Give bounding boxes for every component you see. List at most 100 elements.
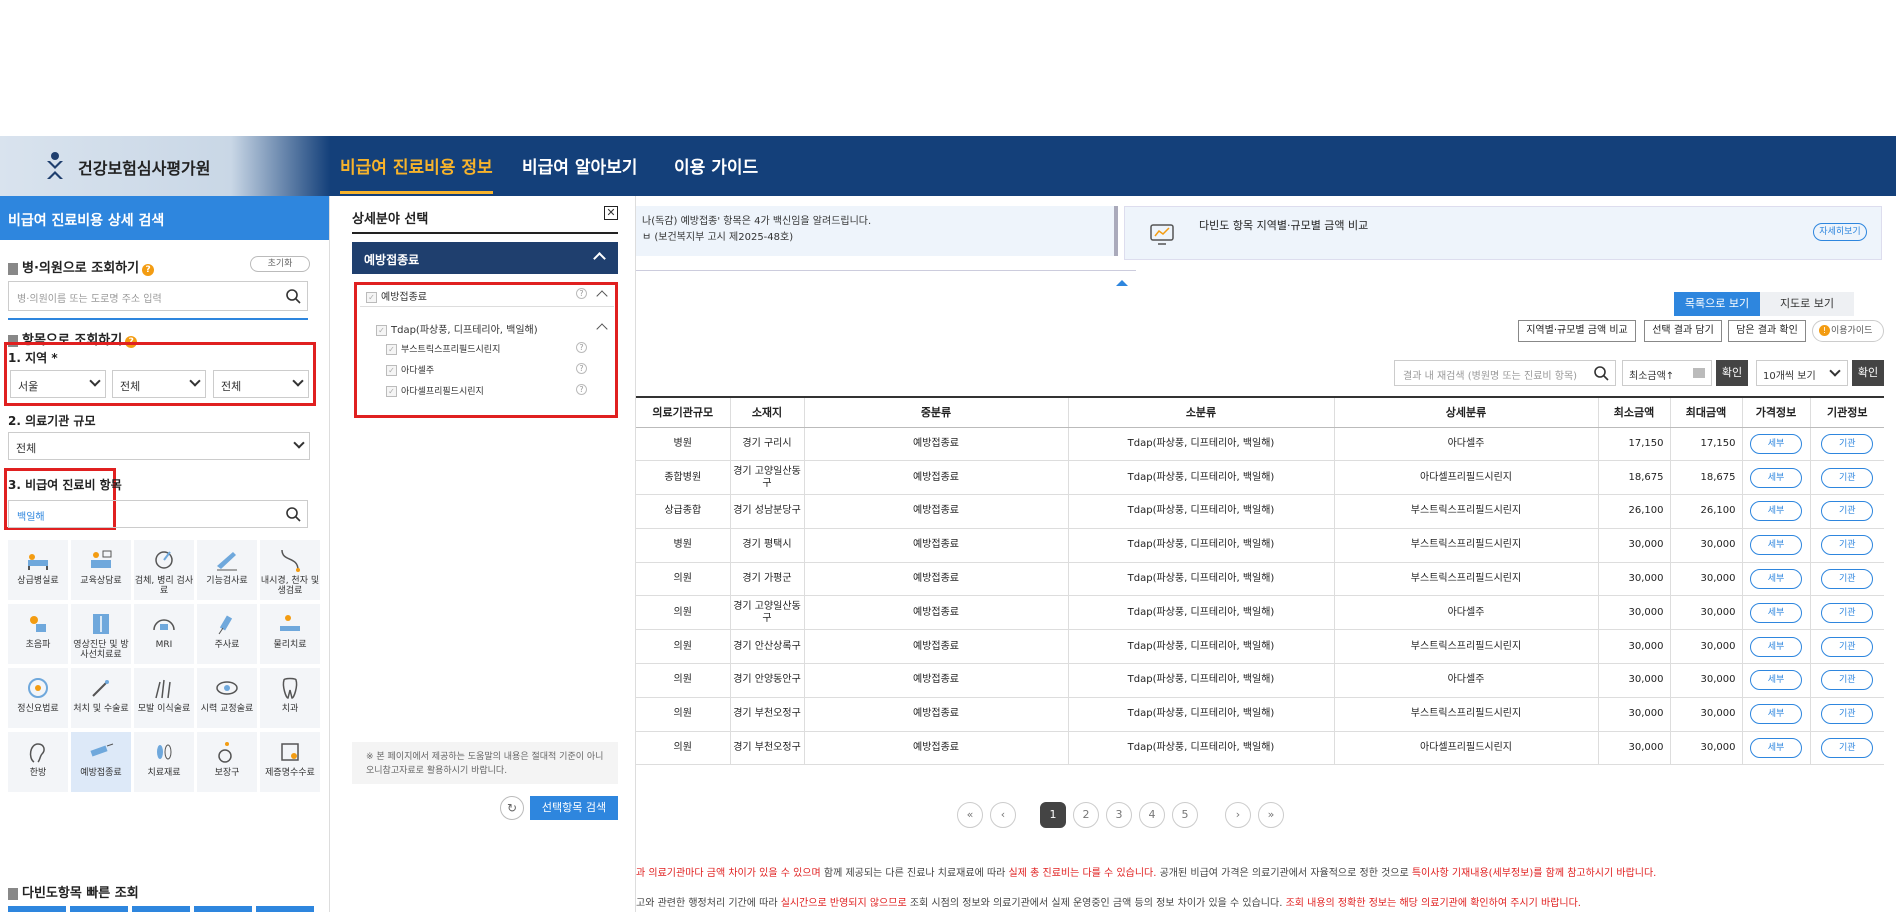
category-syringe[interactable]: 주사료	[197, 604, 257, 664]
sort-ok-button[interactable]: 확인	[1716, 360, 1748, 386]
institution-info-button[interactable]: 기관	[1821, 670, 1874, 691]
region-district-select[interactable]: 전체	[112, 370, 206, 398]
page-number-button[interactable]: 1	[1040, 802, 1066, 828]
region-dong-select[interactable]: 전체	[213, 370, 309, 398]
price-detail-button[interactable]: 세부	[1750, 467, 1802, 488]
quick-tab[interactable]	[194, 906, 252, 912]
prev-page-icon[interactable]: ‹	[990, 802, 1016, 828]
institution-info-button[interactable]: 기관	[1821, 738, 1874, 759]
institution-info-button[interactable]: 기관	[1821, 636, 1874, 657]
checkbox[interactable]: ✓	[386, 365, 397, 376]
compare-button[interactable]: 지역별·규모별 금액 비교	[1518, 320, 1636, 342]
view-saved-button[interactable]: 담은 결과 확인	[1728, 320, 1806, 342]
search-icon[interactable]	[285, 288, 301, 304]
checkbox[interactable]: ✓	[366, 291, 377, 303]
institution-info-button[interactable]: 기관	[1821, 501, 1874, 522]
hospital-search-input[interactable]: 병·의원이름 또는 도로명 주소 입력	[8, 281, 308, 311]
help-icon[interactable]: ?	[576, 363, 587, 374]
item-search-input[interactable]: 백일해	[8, 500, 308, 528]
price-detail-button[interactable]: 세부	[1750, 738, 1802, 759]
price-detail-button[interactable]: 세부	[1750, 501, 1802, 522]
price-detail-button[interactable]: 세부	[1750, 602, 1802, 623]
category-physio[interactable]: 물리치료	[260, 604, 320, 664]
next-page-icon[interactable]: ›	[1225, 802, 1251, 828]
first-page-icon[interactable]: «	[957, 802, 983, 828]
category-vaccine[interactable]: 예방접종료	[71, 732, 131, 792]
category-microscope[interactable]: 검체, 병리 검사료	[134, 540, 194, 600]
tree-root[interactable]: ✓ 예방접종료	[366, 288, 427, 303]
category-tooth[interactable]: 치과	[260, 668, 320, 728]
tree-leaf[interactable]: ✓ 아다셀주	[386, 363, 434, 376]
category-pen-chart[interactable]: 기능검사료	[197, 540, 257, 600]
list-view-tab[interactable]: 목록으로 보기	[1674, 292, 1760, 316]
quick-tab[interactable]	[256, 906, 314, 912]
tree-leaf[interactable]: ✓ 아다셀프리필드시린지	[386, 384, 484, 397]
institution-info-button[interactable]: 기관	[1821, 433, 1874, 454]
category-accordion[interactable]: 예방접종료	[352, 242, 618, 274]
page-size-ok-button[interactable]: 확인	[1852, 360, 1884, 386]
checkbox[interactable]: ✓	[386, 386, 397, 397]
quick-tab[interactable]	[70, 906, 128, 912]
help-icon[interactable]: ?	[576, 288, 587, 299]
category-eye[interactable]: 시력 교정술료	[197, 668, 257, 728]
institution-info-button[interactable]: 기관	[1821, 704, 1874, 725]
category-certificate[interactable]: 제증명수수료	[260, 732, 320, 792]
page-number-button[interactable]: 5	[1172, 802, 1198, 828]
category-ultrasound[interactable]: 초음파	[8, 604, 68, 664]
tree-leaf[interactable]: ✓ 부스트릭스프리필드시린지	[386, 342, 500, 355]
help-icon[interactable]: ?	[142, 264, 155, 276]
category-wheelchair[interactable]: 보장구	[197, 732, 257, 792]
more-button[interactable]: 자세히보기	[1813, 223, 1867, 241]
page-number-button[interactable]: 2	[1073, 802, 1099, 828]
search-selected-button[interactable]: 선택항목 검색	[530, 796, 618, 820]
price-detail-button[interactable]: 세부	[1750, 535, 1802, 556]
category-bed[interactable]: 상급병실료	[8, 540, 68, 600]
search-icon[interactable]	[1593, 365, 1609, 381]
institution-info-button[interactable]: 기관	[1821, 467, 1874, 488]
tree-group[interactable]: ✓ Tdap(파상풍, 디프테리아, 백일해)	[376, 321, 538, 336]
search-icon[interactable]	[285, 506, 301, 522]
close-icon[interactable]: ✕	[604, 206, 618, 220]
category-material[interactable]: 치료재료	[134, 732, 194, 792]
category-consult[interactable]: 교육상담료	[71, 540, 131, 600]
reset-button[interactable]: 초기화	[250, 256, 310, 272]
institution-info-button[interactable]: 기관	[1821, 535, 1874, 556]
usage-guide-button[interactable]: 이용가이드	[1812, 320, 1884, 342]
checkbox[interactable]: ✓	[386, 344, 397, 355]
category-hair[interactable]: 모발 이식술료	[134, 668, 194, 728]
nav-item-guide[interactable]: 이용 가이드	[674, 153, 758, 178]
category-mri[interactable]: MRI	[134, 604, 194, 664]
institution-info-button[interactable]: 기관	[1821, 602, 1874, 623]
category-ear[interactable]: 한방	[8, 732, 68, 792]
price-detail-button[interactable]: 세부	[1750, 636, 1802, 657]
quick-tab[interactable]	[8, 906, 66, 912]
quick-tab[interactable]	[132, 906, 190, 912]
price-detail-button[interactable]: 세부	[1750, 704, 1802, 725]
category-xray[interactable]: 영상진단 및 방사선치료료	[71, 604, 131, 664]
page-number-button[interactable]: 3	[1106, 802, 1132, 828]
logo-area[interactable]: 건강보험심사평가원	[0, 136, 330, 196]
page-size-select[interactable]: 10개씩 보기	[1756, 360, 1848, 386]
price-detail-button[interactable]: 세부	[1750, 433, 1802, 454]
help-icon[interactable]: ?	[576, 342, 587, 353]
result-search-input[interactable]: 결과 내 재검색 (병원명 또는 진료비 항목)	[1394, 360, 1616, 386]
category-endoscope[interactable]: 내시경, 천자 및 생검료	[260, 540, 320, 600]
institution-info-button[interactable]: 기관	[1821, 569, 1874, 590]
price-detail-button[interactable]: 세부	[1750, 670, 1802, 691]
sort-select[interactable]: 최소금액↑	[1622, 360, 1712, 386]
last-page-icon[interactable]: »	[1258, 802, 1284, 828]
map-view-tab[interactable]: 지도로 보기	[1760, 292, 1854, 316]
save-selection-button[interactable]: 선택 결과 담기	[1644, 320, 1722, 342]
category-brain[interactable]: 정신요법료	[8, 668, 68, 728]
nav-item-learn[interactable]: 비급여 알아보기	[522, 153, 637, 178]
refresh-icon[interactable]: ↻	[500, 796, 524, 820]
price-detail-button[interactable]: 세부	[1750, 569, 1802, 590]
page-number-button[interactable]: 4	[1139, 802, 1165, 828]
nav-item-nonpay-info[interactable]: 비급여 진료비용 정보	[340, 153, 493, 194]
region-city-select[interactable]: 서울	[10, 370, 106, 398]
help-icon[interactable]: ?	[576, 384, 587, 395]
category-surgery[interactable]: 처치 및 수술료	[71, 668, 131, 728]
checkbox[interactable]: ✓	[376, 324, 387, 336]
scale-select[interactable]: 전체	[8, 432, 310, 460]
collapse-arrow-icon[interactable]	[1116, 280, 1128, 286]
